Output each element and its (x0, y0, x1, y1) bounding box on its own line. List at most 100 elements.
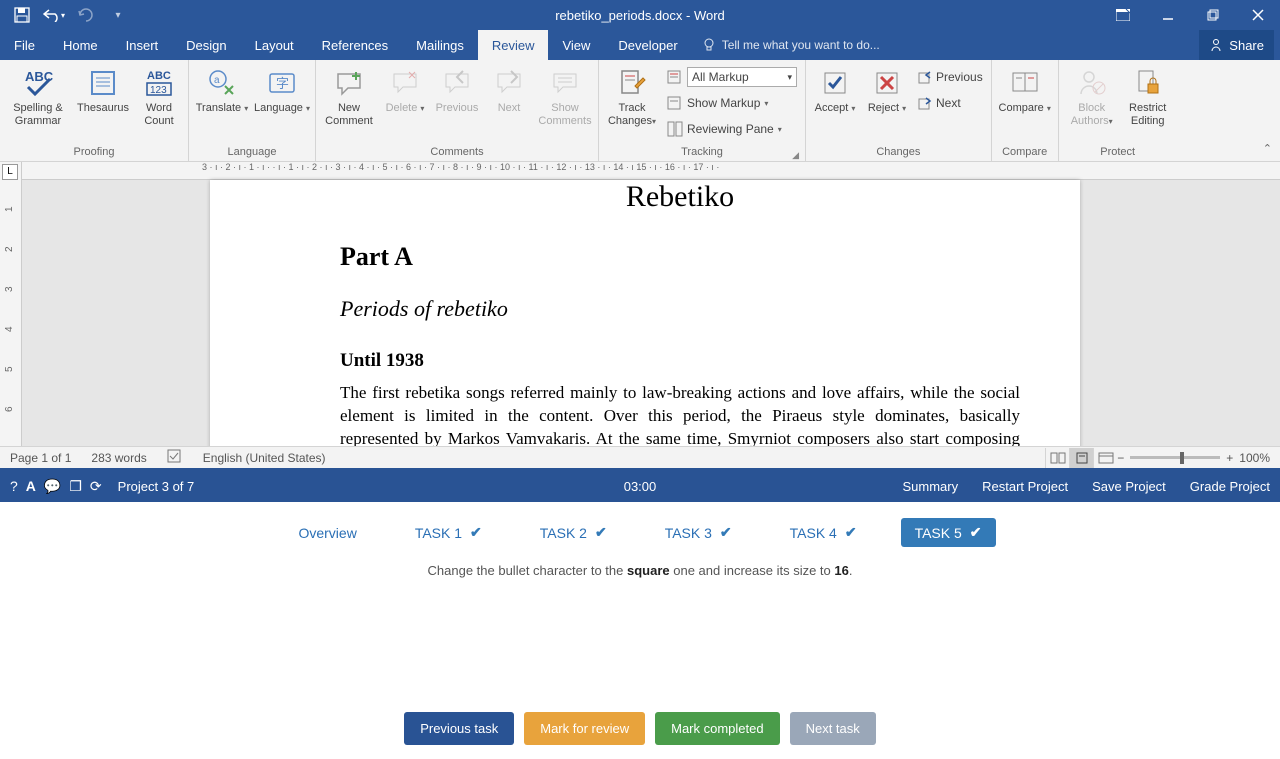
help-icon[interactable]: ? (10, 478, 18, 495)
next-comment-button: Next (484, 62, 534, 115)
tab-view[interactable]: View (548, 30, 604, 60)
tab-task-1[interactable]: TASK 1✔ (401, 518, 496, 547)
show-comments-label: Show Comments (538, 102, 591, 127)
tab-task-2[interactable]: TASK 2✔ (526, 518, 621, 547)
tab-mailings[interactable]: Mailings (402, 30, 478, 60)
tell-me-placeholder: Tell me what you want to do... (722, 38, 880, 52)
markup-display-icon (667, 69, 683, 85)
save-icon[interactable] (10, 3, 34, 27)
delete-comment-icon (388, 66, 422, 100)
tab-task-4[interactable]: TASK 4✔ (776, 518, 871, 547)
spelling-grammar-button[interactable]: ABC Spelling & Grammar (4, 62, 72, 127)
translate-label: Translate ▾ (196, 102, 249, 115)
reviewing-pane-dropdown[interactable]: Reviewing Pane ▾ (663, 117, 801, 141)
minimize-icon[interactable] (1145, 0, 1190, 30)
svg-text:ABC: ABC (25, 69, 54, 84)
read-mode-icon[interactable] (1045, 448, 1069, 468)
check-icon: ✔ (470, 524, 482, 541)
qat-customize-icon[interactable]: ▾ (106, 3, 130, 27)
tab-insert[interactable]: Insert (112, 30, 173, 60)
summary-link[interactable]: Summary (902, 479, 958, 494)
previous-comment-label: Previous (436, 102, 479, 115)
status-page[interactable]: Page 1 of 1 (0, 451, 81, 465)
group-proofing: ABC Spelling & Grammar Thesaurus ABC123 … (0, 60, 189, 161)
previous-comment-button: Previous (432, 62, 482, 115)
redo-icon[interactable] (74, 3, 98, 27)
restrict-editing-button[interactable]: Restrict Editing (1123, 62, 1173, 127)
group-label-proofing: Proofing (4, 146, 184, 161)
block-authors-label: Block Authors▾ (1071, 102, 1113, 127)
changes-nav-stack: Previous Next (914, 62, 987, 115)
collapse-ribbon-icon[interactable]: ⌃ (1263, 142, 1272, 155)
svg-text:ABC: ABC (147, 70, 171, 82)
word-count-button[interactable]: ABC123 Word Count (134, 62, 184, 127)
tab-design[interactable]: Design (172, 30, 240, 60)
tab-developer[interactable]: Developer (604, 30, 691, 60)
horizontal-ruler[interactable]: 3 · ı · 2 · ı · 1 · ı · · ı · 1 · ı · 2 … (22, 162, 1280, 180)
zoom-level[interactable]: 100% (1239, 451, 1270, 465)
thesaurus-button[interactable]: Thesaurus (74, 62, 132, 115)
task-panel: ? A 💬 ❐ ⟳ Project 3 of 7 03:00 Summary R… (0, 468, 1280, 759)
show-markup-dropdown[interactable]: Show Markup ▾ (663, 91, 801, 115)
tab-review[interactable]: Review (478, 30, 549, 60)
status-language[interactable]: English (United States) (193, 451, 336, 465)
restrict-editing-icon (1131, 66, 1165, 100)
font-size-icon[interactable]: A (26, 478, 36, 495)
maximize-icon[interactable] (1190, 0, 1235, 30)
share-button[interactable]: Share (1199, 30, 1274, 60)
status-word-count[interactable]: 283 words (81, 451, 156, 465)
print-layout-icon[interactable] (1069, 448, 1093, 468)
thesaurus-icon (86, 66, 120, 100)
tab-home[interactable]: Home (49, 30, 112, 60)
compare-button[interactable]: Compare ▾ (996, 62, 1054, 115)
mark-for-review-button[interactable]: Mark for review (524, 712, 645, 745)
restart-project-link[interactable]: Restart Project (982, 479, 1068, 494)
document-page[interactable]: Rebetiko Part A Periods of rebetiko Unti… (210, 180, 1080, 468)
status-spellcheck-icon[interactable] (157, 449, 193, 466)
tab-selector-icon[interactable]: L (2, 164, 18, 180)
reject-button[interactable]: Reject ▾ (862, 62, 912, 115)
translate-button[interactable]: a Translate ▾ (193, 62, 251, 115)
tab-file[interactable]: File (0, 30, 49, 60)
lightbulb-icon (702, 38, 716, 52)
next-task-button[interactable]: Next task (790, 712, 876, 745)
language-label: Language ▾ (254, 102, 310, 115)
doc-subtitle: Periods of rebetiko (340, 296, 1020, 322)
next-change-icon (918, 96, 932, 110)
previous-task-button[interactable]: Previous task (404, 712, 514, 745)
grade-project-link[interactable]: Grade Project (1190, 479, 1270, 494)
undo-icon[interactable]: ▾ (42, 3, 66, 27)
web-layout-icon[interactable] (1093, 448, 1117, 468)
language-icon: 字 (265, 66, 299, 100)
tab-layout[interactable]: Layout (241, 30, 308, 60)
accept-button[interactable]: Accept ▾ (810, 62, 860, 115)
zoom-out-icon[interactable]: − (1117, 451, 1124, 465)
vertical-ruler[interactable]: L 123456 (0, 162, 22, 446)
new-comment-button[interactable]: New Comment (320, 62, 378, 127)
tell-me-search[interactable]: Tell me what you want to do... (702, 30, 880, 60)
zoom-in-icon[interactable]: + (1226, 451, 1233, 465)
zoom-slider[interactable] (1130, 456, 1220, 459)
task-tabs: Overview TASK 1✔ TASK 2✔ TASK 3✔ TASK 4✔… (0, 502, 1280, 557)
word-window: ▾ ▾ rebetiko_periods.docx - Word File Ho… (0, 0, 1280, 468)
tab-references[interactable]: References (308, 30, 402, 60)
save-project-link[interactable]: Save Project (1092, 479, 1166, 494)
check-icon: ✔ (595, 524, 607, 541)
close-icon[interactable] (1235, 0, 1280, 30)
reject-label: Reject ▾ (868, 102, 906, 115)
comment-icon[interactable]: 💬 (44, 478, 61, 495)
track-changes-button[interactable]: Track Changes▾ (603, 62, 661, 127)
display-for-review-dropdown[interactable]: All Markup▾ (663, 65, 801, 89)
tracking-dialog-launcher-icon[interactable]: ◢ (792, 150, 799, 161)
window-icon[interactable]: ❐ (69, 478, 82, 495)
tab-task-3[interactable]: TASK 3✔ (651, 518, 746, 547)
mark-completed-button[interactable]: Mark completed (655, 712, 779, 745)
next-change-button[interactable]: Next (914, 91, 987, 115)
refresh-icon[interactable]: ⟳ (90, 478, 102, 495)
tab-overview[interactable]: Overview (284, 518, 370, 547)
ribbon-display-options-icon[interactable] (1100, 0, 1145, 30)
next-comment-label: Next (498, 102, 521, 115)
language-button[interactable]: 字 Language ▾ (253, 62, 311, 115)
tab-task-5[interactable]: TASK 5✔ (901, 518, 996, 547)
previous-change-button[interactable]: Previous (914, 65, 987, 89)
